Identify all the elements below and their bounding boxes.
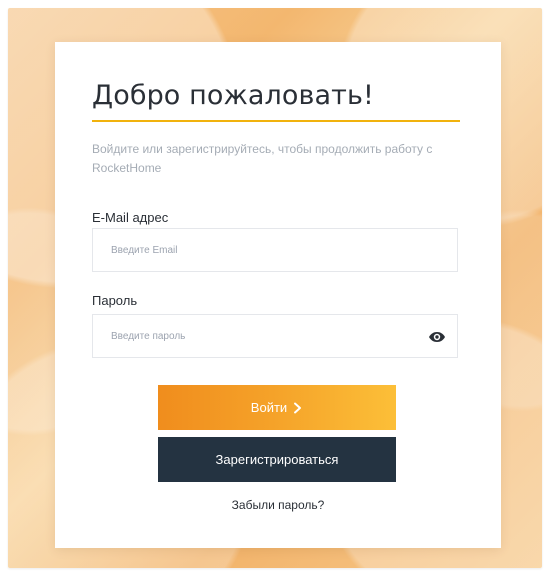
password-field-container [92, 314, 458, 358]
email-field-container [92, 228, 458, 272]
password-label: Пароль [92, 293, 138, 308]
eye-icon [429, 332, 445, 342]
title-underline [92, 120, 460, 122]
login-button-label: Войти [250, 400, 288, 415]
forgot-password-link[interactable]: Забыли пароль? [55, 498, 501, 512]
email-label: E-Mail адрес [92, 210, 169, 225]
register-button-label: Зарегистрироваться [215, 452, 339, 467]
login-button[interactable]: Войти [158, 385, 396, 430]
login-subtitle: Войдите или зарегистрируйтесь, чтобы про… [92, 142, 433, 175]
password-input[interactable] [93, 315, 457, 357]
chevron-right-icon [294, 402, 302, 413]
page-title: Добро пожаловать! [92, 80, 374, 111]
password-visibility-toggle[interactable] [425, 325, 449, 349]
login-card: Добро пожаловать! Войдите или зарегистри… [55, 42, 501, 548]
register-button[interactable]: Зарегистрироваться [158, 437, 396, 482]
email-input[interactable] [93, 229, 457, 271]
